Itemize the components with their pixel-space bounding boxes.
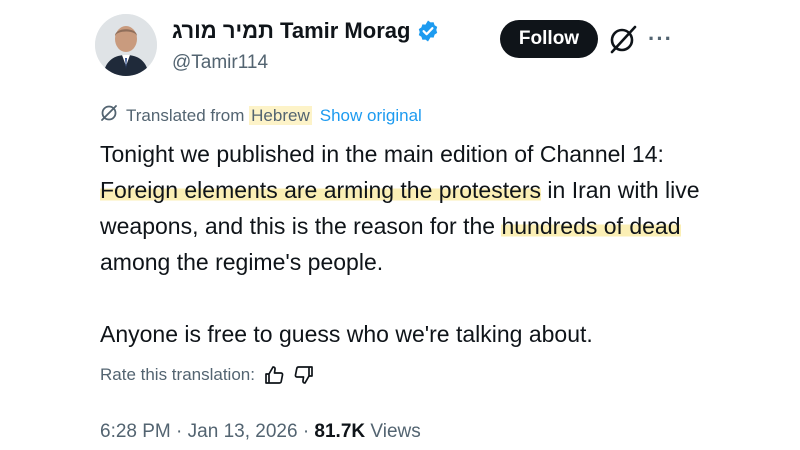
tweet-text-part-3: among the regime's people. [100, 249, 384, 275]
more-options-icon[interactable]: ··· [648, 26, 673, 52]
views-count: 81.7K [314, 421, 366, 442]
tweet-date[interactable]: Jan 13, 2026 [188, 421, 298, 442]
tweet-paragraph-1: Tonight we published in the main edition… [100, 136, 720, 280]
verified-badge-icon [416, 19, 440, 43]
meta-separator: · [176, 421, 183, 442]
author-handle[interactable]: @Tamir114 [172, 52, 268, 74]
tweet-text-part-1: Tonight we published in the main edition… [100, 141, 664, 167]
show-original-link[interactable]: Show original [320, 106, 422, 126]
thumbs-up-icon[interactable] [263, 364, 285, 386]
source-language: Hebrew [249, 105, 312, 125]
translation-notice: Translated from Hebrew Show original [100, 104, 422, 127]
translated-from-label: Translated from [126, 105, 245, 125]
tweet-meta: 6:28 PM · Jan 13, 2026 · 81.7K Views [100, 421, 421, 443]
follow-button[interactable]: Follow [500, 20, 598, 58]
tweet-highlight-2: hundreds of dead [501, 213, 681, 239]
tweet-time[interactable]: 6:28 PM [100, 421, 171, 442]
grok-icon[interactable] [606, 22, 640, 56]
translate-icon [100, 104, 118, 127]
rate-translation-row: Rate this translation: [100, 364, 315, 386]
avatar-image [95, 14, 157, 76]
author-display-name[interactable]: תמיר מורג Tamir Morag [172, 18, 410, 44]
meta-separator: · [302, 421, 310, 442]
tweet-paragraph-2: Anyone is free to guess who we're talkin… [100, 321, 593, 347]
rate-translation-label: Rate this translation: [100, 365, 255, 384]
tweet-text: Tonight we published in the main edition… [100, 136, 720, 352]
views-label: Views [370, 421, 421, 442]
avatar[interactable] [95, 14, 157, 76]
author-name-row: תמיר מורג Tamir Morag [172, 18, 440, 44]
tweet-highlight-1: Foreign elements are arming the proteste… [100, 177, 542, 203]
thumbs-down-icon[interactable] [293, 364, 315, 386]
